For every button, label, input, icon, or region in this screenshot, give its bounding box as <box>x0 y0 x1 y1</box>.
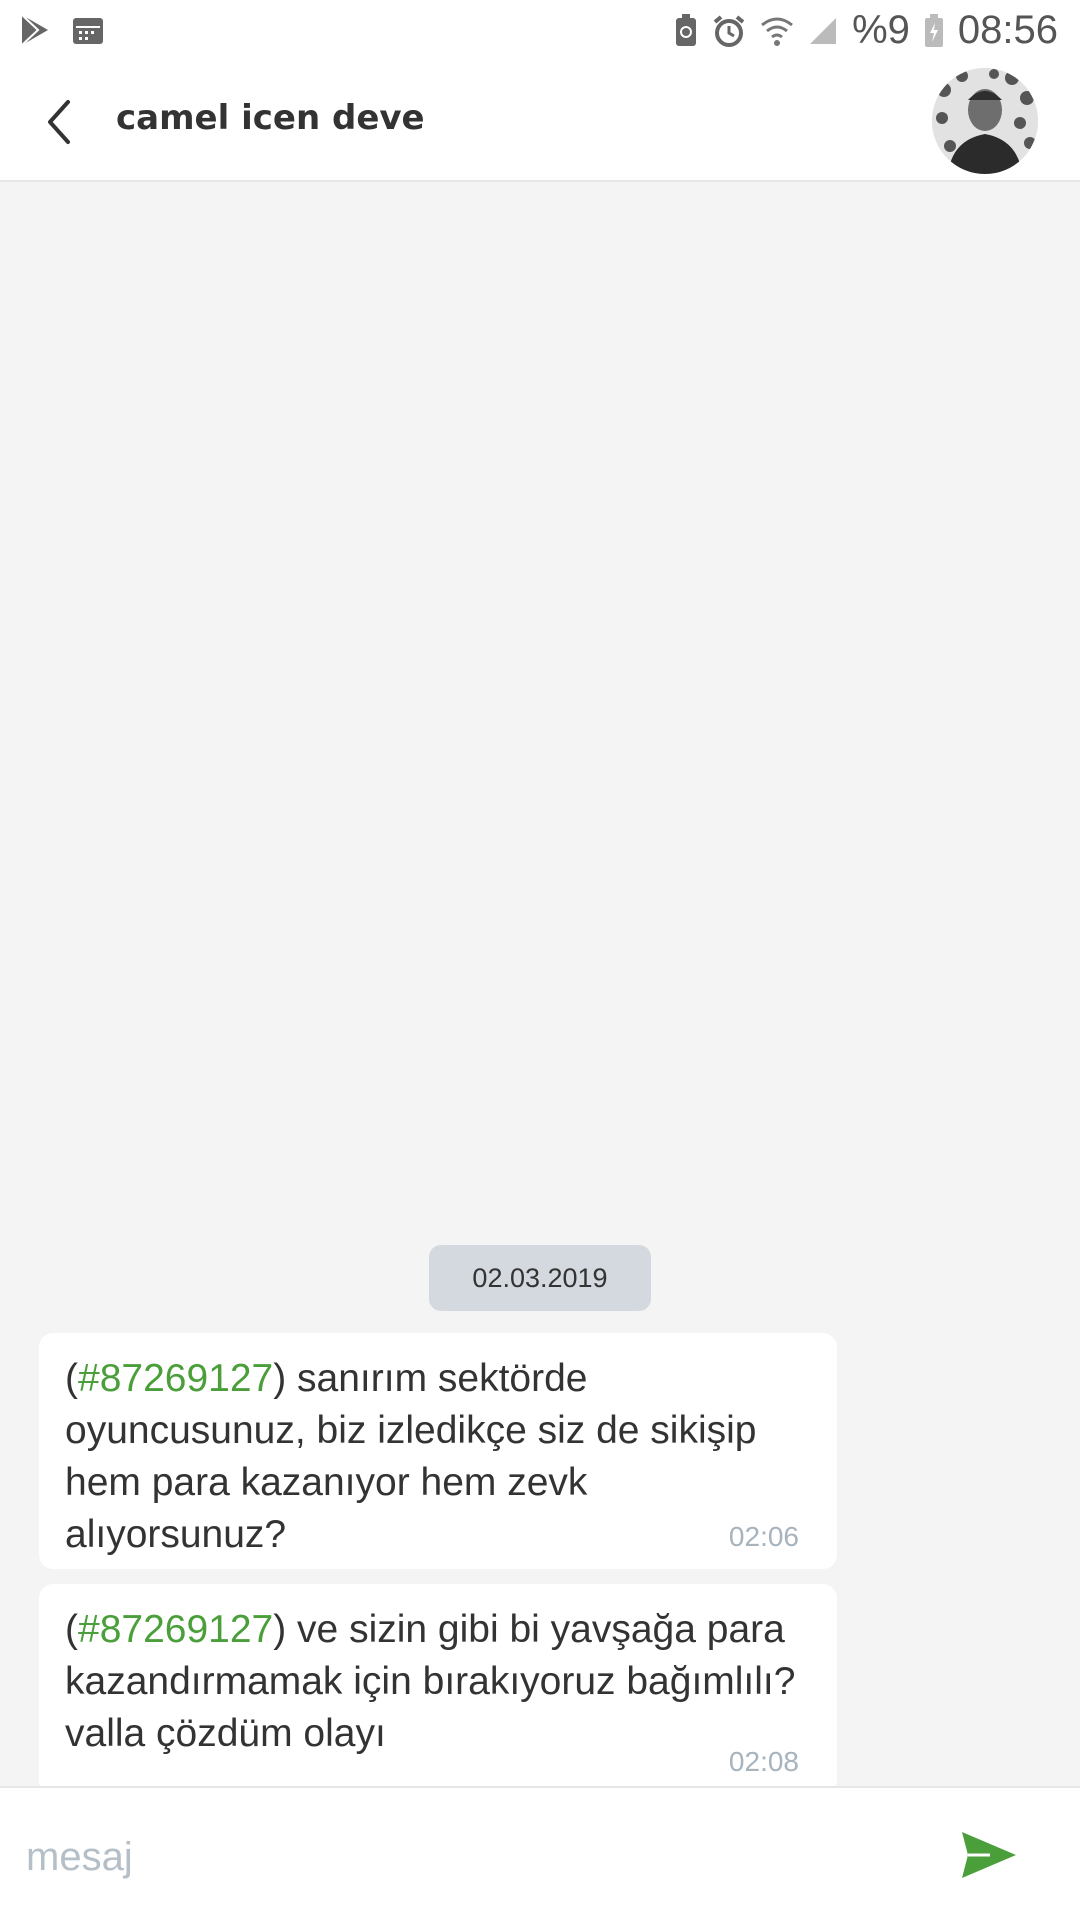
chat-area[interactable]: 02.03.2019 (#87269127) sanırım sektörde … <box>0 182 1080 1794</box>
chat-header: camel icen deve <box>0 62 1080 182</box>
battery-percent: %9 <box>852 8 910 52</box>
wifi-icon <box>760 15 794 47</box>
message-ref-link[interactable]: #87269127 <box>78 1357 273 1400</box>
chevron-left-icon <box>48 100 70 144</box>
message-ref-link[interactable]: #87269127 <box>78 1608 273 1651</box>
message-text: (#87269127) sanırım sektörde oyuncusunuz… <box>65 1357 757 1556</box>
status-left <box>20 14 104 46</box>
send-button[interactable] <box>960 1830 1018 1880</box>
status-bar: %9 08:56 <box>0 0 1080 62</box>
alarm-icon <box>712 14 746 48</box>
message-time: 02:06 <box>728 1521 799 1552</box>
clock: 08:56 <box>957 8 1058 52</box>
date-separator: 02.03.2019 <box>429 1245 651 1311</box>
send-icon <box>962 1832 1016 1878</box>
message-input[interactable] <box>24 1816 908 1898</box>
composer-bar <box>0 1786 1080 1922</box>
play-store-icon <box>20 14 50 46</box>
battery-saver-icon <box>674 13 698 48</box>
message-bubble[interactable]: (#87269127) sanırım sektörde oyuncusunuz… <box>39 1333 837 1569</box>
message-text: (#87269127) ve sizin gibi bi yavşağa par… <box>65 1608 796 1755</box>
battery-icon <box>924 13 944 48</box>
message-time: 02:08 <box>728 1746 799 1777</box>
signal-icon <box>808 16 838 46</box>
contact-name[interactable]: camel icen deve <box>116 98 425 138</box>
avatar[interactable] <box>932 68 1038 174</box>
message-bubble[interactable]: (#87269127) ve sizin gibi bi yavşağa par… <box>39 1584 837 1794</box>
status-right: %9 08:56 <box>674 8 1058 53</box>
back-button[interactable] <box>36 92 86 152</box>
calendar-icon <box>72 14 104 46</box>
